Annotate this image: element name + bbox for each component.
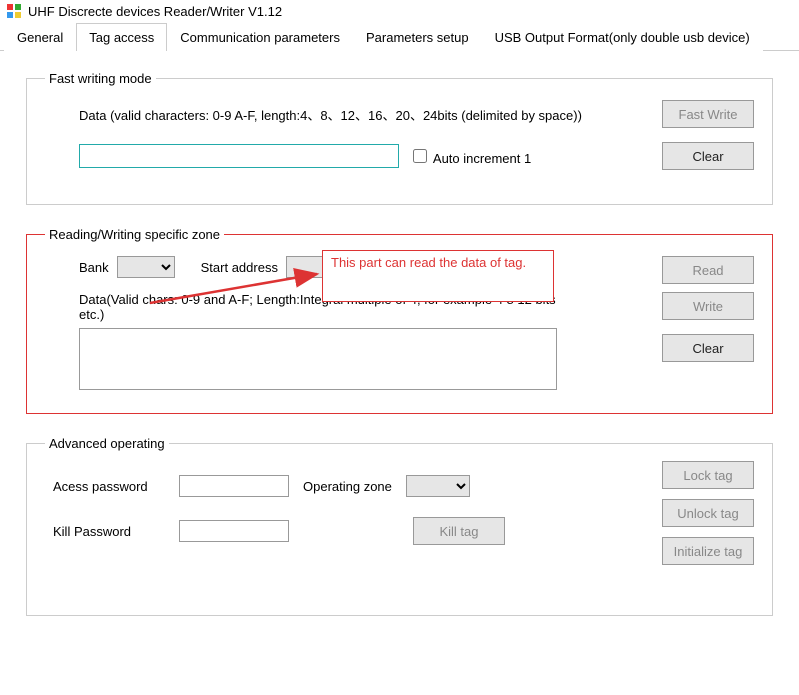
tab-bar: General Tag access Communication paramet… [0, 22, 799, 51]
start-address-label: Start address [201, 260, 278, 275]
kill-password-input[interactable] [179, 520, 289, 542]
bank-label: Bank [79, 260, 109, 275]
annotation-text: This part can read the data of tag. [331, 255, 526, 270]
advanced-operating-group: Advanced operating Acess password Operat… [26, 436, 773, 616]
fast-write-button[interactable]: Fast Write [662, 100, 754, 128]
operating-zone-select[interactable] [406, 475, 470, 497]
kill-tag-button[interactable]: Kill tag [413, 517, 505, 545]
unlock-tag-button[interactable]: Unlock tag [662, 499, 754, 527]
read-button[interactable]: Read [662, 256, 754, 284]
reading-writing-zone-legend: Reading/Writing specific zone [45, 227, 224, 242]
access-password-label: Acess password [53, 479, 165, 494]
bank-select[interactable] [117, 256, 175, 278]
rw-clear-button[interactable]: Clear [662, 334, 754, 362]
access-password-input[interactable] [179, 475, 289, 497]
annotation-callout: This part can read the data of tag. [322, 250, 554, 302]
app-icon [6, 3, 22, 19]
tab-general[interactable]: General [4, 23, 76, 51]
write-button[interactable]: Write [662, 292, 754, 320]
titlebar: UHF Discrecte devices Reader/Writer V1.1… [0, 0, 799, 22]
advanced-operating-legend: Advanced operating [45, 436, 169, 451]
fast-writing-mode-legend: Fast writing mode [45, 71, 156, 86]
auto-increment-checkbox-label[interactable]: Auto increment 1 [409, 146, 531, 166]
tab-communication-parameters[interactable]: Communication parameters [167, 23, 353, 51]
tab-usb-output-format[interactable]: USB Output Format(only double usb device… [482, 23, 763, 51]
fast-writing-mode-group: Fast writing mode Data (valid characters… [26, 71, 773, 205]
tab-tag-access[interactable]: Tag access [76, 23, 167, 51]
kill-password-label: Kill Password [53, 524, 165, 539]
lock-tag-button[interactable]: Lock tag [662, 461, 754, 489]
tab-parameters-setup[interactable]: Parameters setup [353, 23, 482, 51]
auto-increment-text: Auto increment 1 [433, 151, 531, 166]
rw-data-textarea[interactable] [79, 328, 557, 390]
initialize-tag-button[interactable]: Initialize tag [662, 537, 754, 565]
fast-write-data-label: Data (valid characters: 0-9 A-F, length:… [79, 105, 582, 124]
tab-content: Fast writing mode Data (valid characters… [0, 51, 799, 658]
operating-zone-label: Operating zone [303, 479, 392, 494]
auto-increment-checkbox[interactable] [413, 149, 427, 163]
fast-write-data-input[interactable] [79, 144, 399, 168]
fast-write-clear-button[interactable]: Clear [662, 142, 754, 170]
window-title: UHF Discrecte devices Reader/Writer V1.1… [28, 4, 282, 19]
